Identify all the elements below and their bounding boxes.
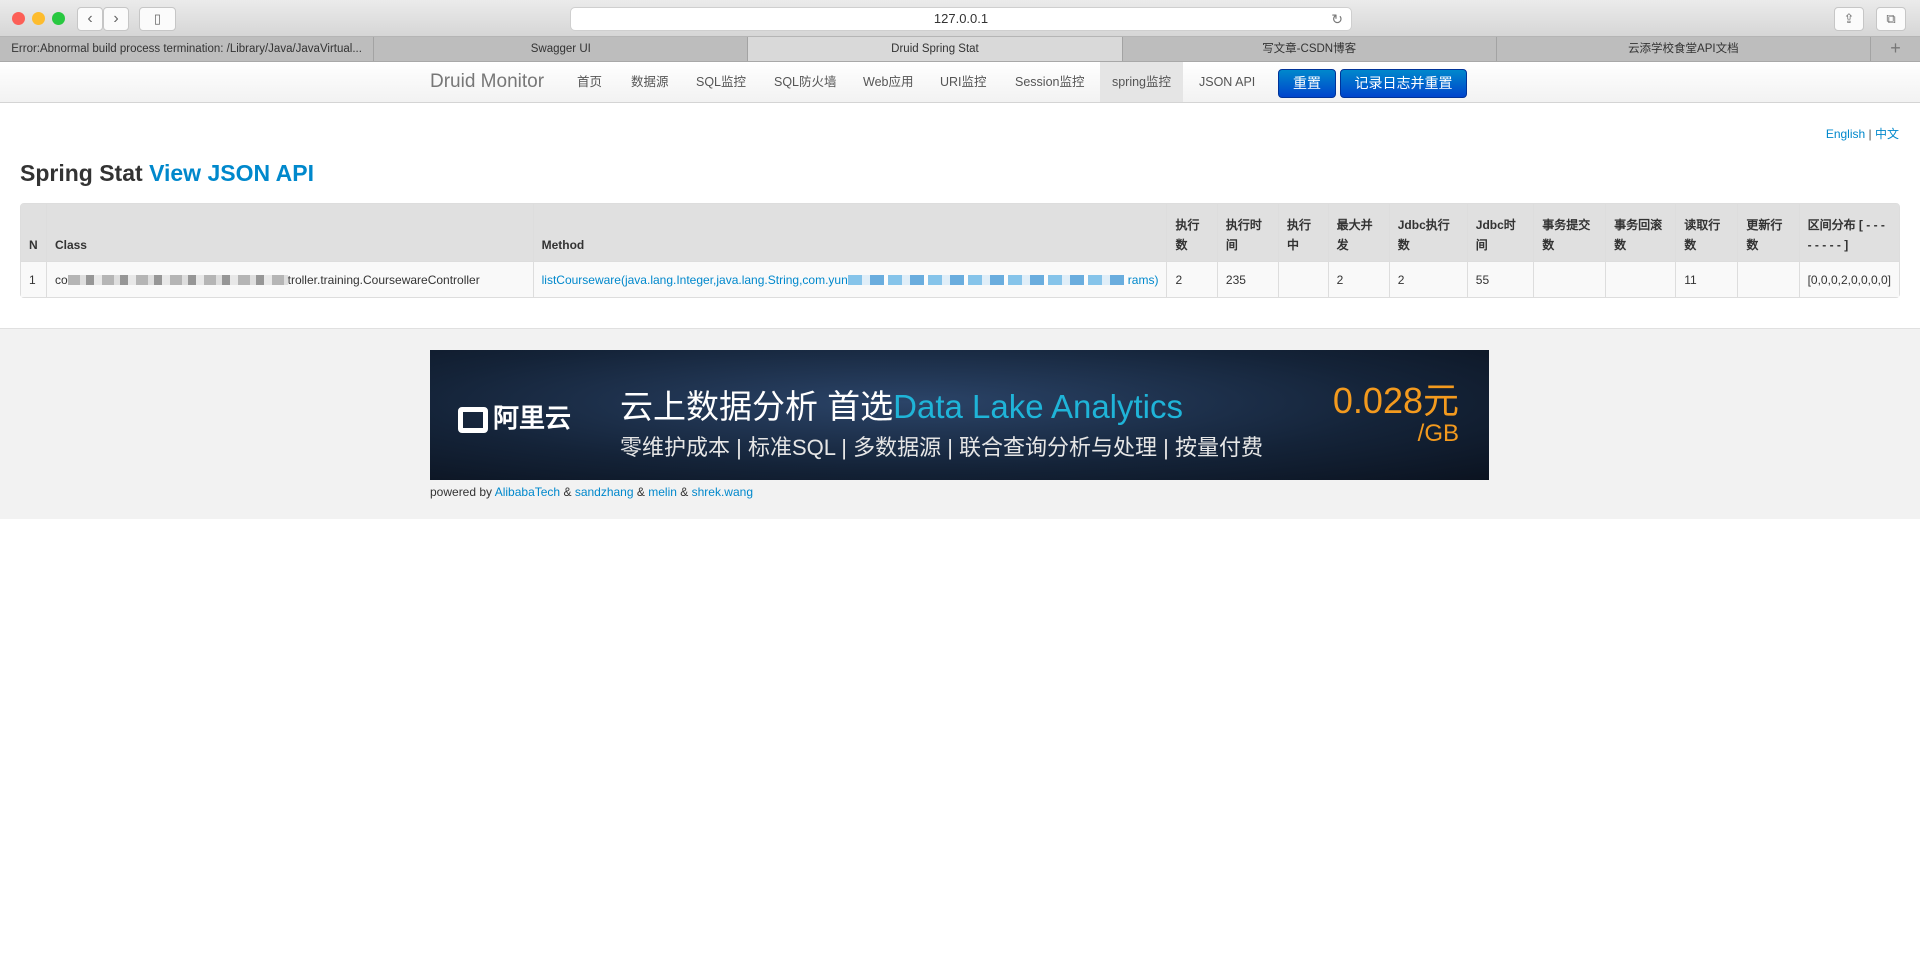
nav-uri[interactable]: URI监控 <box>930 62 997 102</box>
nav-spring[interactable]: spring监控 <box>1100 62 1183 102</box>
col-tx-commit[interactable]: 事务提交数 <box>1533 204 1606 261</box>
reload-icon[interactable]: ↻ <box>1331 8 1343 30</box>
language-switch: English | 中文 <box>1826 125 1899 142</box>
col-histogram[interactable]: 区间分布 [ - - - - - - - - ] <box>1798 204 1899 261</box>
col-exec-count[interactable]: 执行数 <box>1166 204 1217 261</box>
forward-icon[interactable]: › <box>103 7 129 31</box>
col-running[interactable]: 执行中 <box>1278 204 1328 261</box>
cell-max-concurrent: 2 <box>1327 261 1389 297</box>
class-prefix: co <box>54 272 68 287</box>
view-json-api-link[interactable]: View JSON API <box>149 160 314 186</box>
nav-home[interactable]: 首页 <box>567 62 612 102</box>
cell-update-rows <box>1737 261 1799 297</box>
log-and-reset-button[interactable]: 记录日志并重置 <box>1340 69 1467 98</box>
col-tx-rollback[interactable]: 事务回滚数 <box>1605 204 1676 261</box>
cell-tx-rollback <box>1605 261 1676 297</box>
link-melin[interactable]: melin <box>648 485 677 499</box>
aliyun-logo: 阿里云 <box>458 398 571 435</box>
address-bar[interactable]: 127.0.0.1 ↻ <box>570 7 1352 31</box>
nav-json-api[interactable]: JSON API <box>1189 62 1265 102</box>
logo-text: 阿里云 <box>493 403 572 433</box>
table-row: 1 co troller.training.CoursewareControlle… <box>21 261 1899 297</box>
druid-navbar: Druid Monitor 首页 数据源 SQL监控 SQL防火墙 Web应用 … <box>0 62 1920 103</box>
cell-histogram: [0,0,0,2,0,0,0,0] <box>1798 261 1899 297</box>
nav-sql[interactable]: SQL监控 <box>686 62 756 102</box>
col-jdbc-time[interactable]: Jdbc时间 <box>1466 204 1534 261</box>
nav-datasource[interactable]: 数据源 <box>621 62 679 102</box>
banner-price: 0.028元/GB <box>1333 382 1459 448</box>
tabs-overview-icon[interactable]: ⧉ <box>1876 7 1906 31</box>
banner-headline: 云上数据分析 首选Data Lake Analytics <box>620 380 1183 428</box>
powered-by: powered by AlibabaTech & sandzhang & mel… <box>430 485 753 499</box>
minimize-window-button[interactable] <box>32 12 45 25</box>
browser-tab[interactable]: 云添学校食堂API文档 <box>1497 37 1871 61</box>
link-shrek-wang[interactable]: shrek.wang <box>692 485 753 499</box>
brand[interactable]: Druid Monitor <box>430 71 544 93</box>
cell-method[interactable]: listCourseware(java.lang.Integer,java.la… <box>532 261 1167 297</box>
footer: 阿里云 云上数据分析 首选Data Lake Analytics 零维护成本 |… <box>0 328 1920 519</box>
method-suffix[interactable]: rams) <box>1128 273 1159 287</box>
col-class[interactable]: Class <box>45 204 533 261</box>
cell-running <box>1278 261 1328 297</box>
amp: & <box>563 485 572 499</box>
cell-jdbc-time: 55 <box>1466 261 1534 297</box>
banner-subline: 零维护成本 | 标准SQL | 多数据源 | 联合查询分析与处理 | 按量付费 <box>620 435 1263 460</box>
share-icon[interactable]: ⇪ <box>1834 7 1864 31</box>
aliyun-logo-icon <box>458 407 488 434</box>
price-unit: /GB <box>1417 420 1459 447</box>
browser-tab[interactable]: Error:Abnormal build process termination… <box>0 37 375 61</box>
redacted-block <box>67 275 288 286</box>
method-prefix[interactable]: listCourseware(java.lang.Integer,java.la… <box>542 273 848 287</box>
aliyun-ad-banner[interactable]: 阿里云 云上数据分析 首选Data Lake Analytics 零维护成本 |… <box>430 350 1489 480</box>
page-title: Spring Stat View JSON API <box>20 160 314 187</box>
spring-stat-table: N Class Method 执行数 执行时间 执行中 最大并发 Jdbc执行数… <box>20 203 1900 298</box>
amp: & <box>636 485 645 499</box>
cell-tx-commit <box>1533 261 1606 297</box>
amp: & <box>680 485 689 499</box>
back-icon[interactable]: ‹ <box>77 7 103 31</box>
table-header-row: N Class Method 执行数 执行时间 执行中 最大并发 Jdbc执行数… <box>21 204 1899 261</box>
browser-tab-bar: Error:Abnormal build process termination… <box>0 37 1920 62</box>
browser-tab-active[interactable]: Druid Spring Stat <box>748 37 1123 61</box>
headline-highlight: Data Lake Analytics <box>893 388 1184 425</box>
link-alibabatech[interactable]: AlibabaTech <box>495 485 560 499</box>
maximize-window-button[interactable] <box>52 12 65 25</box>
cell-exec-count: 2 <box>1166 261 1217 297</box>
browser-toolbar: ‹ › ▯ 127.0.0.1 ↻ ⇪ ⧉ <box>0 0 1920 37</box>
browser-tab[interactable]: 写文章-CSDN博客 <box>1123 37 1497 61</box>
col-exec-time[interactable]: 执行时间 <box>1216 204 1279 261</box>
english-link[interactable]: English <box>1826 127 1865 141</box>
powered-by-text: powered by <box>430 485 493 499</box>
col-fetch-rows[interactable]: 读取行数 <box>1675 204 1738 261</box>
col-max-concurrent[interactable]: 最大并发 <box>1327 204 1389 261</box>
col-method[interactable]: Method <box>532 204 1167 261</box>
browser-tab[interactable]: Swagger UI <box>374 37 749 61</box>
cell-fetch-rows: 11 <box>1675 261 1738 297</box>
price-value: 0.028元 <box>1332 380 1459 421</box>
col-jdbc-exec-count[interactable]: Jdbc执行数 <box>1388 204 1467 261</box>
cell-class: co troller.training.CoursewareController <box>45 261 533 297</box>
close-window-button[interactable] <box>12 12 25 25</box>
lang-separator: | <box>1868 127 1872 141</box>
new-tab-button[interactable]: + <box>1871 37 1920 61</box>
nav-webapp[interactable]: Web应用 <box>853 62 923 102</box>
cell-exec-time: 235 <box>1216 261 1279 297</box>
cell-n: 1 <box>21 261 46 297</box>
redacted-block <box>847 275 1128 286</box>
url-text: 127.0.0.1 <box>933 11 989 26</box>
sidebar-icon[interactable]: ▯ <box>139 7 176 31</box>
col-update-rows[interactable]: 更新行数 <box>1737 204 1799 261</box>
col-n[interactable]: N <box>21 204 46 261</box>
link-sandzhang[interactable]: sandzhang <box>575 485 634 499</box>
class-suffix: troller.training.CoursewareController <box>287 272 480 287</box>
reset-button[interactable]: 重置 <box>1278 69 1336 98</box>
title-text: Spring Stat <box>20 160 143 186</box>
chinese-link[interactable]: 中文 <box>1875 127 1899 141</box>
headline-text: 云上数据分析 首选 <box>620 388 894 425</box>
cell-jdbc-exec-count: 2 <box>1388 261 1467 297</box>
nav-session[interactable]: Session监控 <box>1005 62 1094 102</box>
nav-wall[interactable]: SQL防火墙 <box>764 62 847 102</box>
